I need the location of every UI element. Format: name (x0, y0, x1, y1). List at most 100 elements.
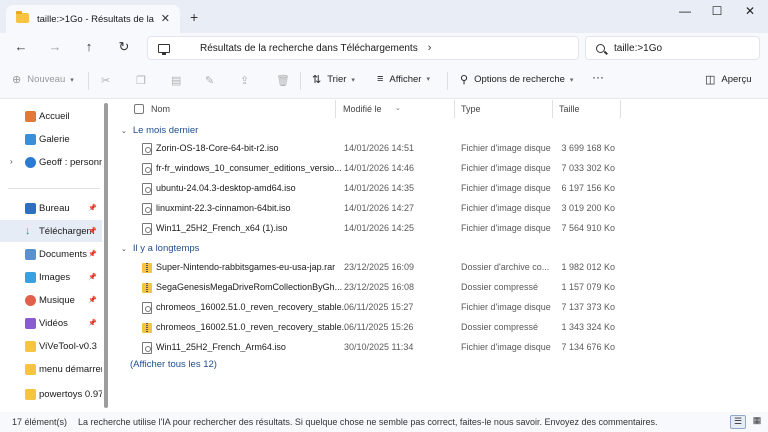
compressed-folder-icon (142, 323, 152, 333)
sidebar-item-images[interactable]: Images 📌 (0, 266, 102, 288)
sidebar-item-home[interactable]: Accueil (0, 105, 102, 127)
file-date: 23/12/2025 16:08 (344, 282, 415, 292)
details-view-icon[interactable]: ☰ (730, 415, 746, 429)
table-row[interactable]: ubuntu-24.04.3-desktop-amd64.iso 14/01/2… (115, 179, 768, 199)
sidebar-item-gallery[interactable]: Galerie (0, 128, 102, 150)
search-options-icon: ⚲ (460, 74, 469, 86)
chevron-down-icon: ▾ (351, 76, 355, 84)
pin-icon: 📌 (88, 274, 97, 281)
column-separator[interactable] (454, 100, 455, 118)
tiles-view-icon[interactable]: ▦ (749, 415, 765, 429)
column-header-name[interactable]: Nom (151, 104, 170, 114)
column-separator[interactable] (335, 100, 336, 118)
sort-label: Trier (327, 74, 347, 85)
item-count: 17 élément(s) (12, 417, 68, 427)
table-row[interactable]: Super-Nintendo-rabbitsgames-eu-usa-jap.r… (115, 258, 768, 278)
search-box[interactable]: taille:>1Go (585, 36, 760, 60)
chevron-right-icon[interactable]: › (428, 42, 432, 54)
table-row[interactable]: chromeos_16002.51.0_reven_recovery_stabl… (115, 318, 768, 338)
share-icon[interactable]: ⇪ (240, 74, 249, 87)
table-row[interactable]: Zorin-OS-18-Core-64-bit-r2.iso 14/01/202… (115, 139, 768, 159)
divider (8, 188, 100, 189)
refresh-button[interactable]: ↻ (115, 39, 133, 57)
column-separator[interactable] (620, 100, 621, 118)
sidebar-item-label: menu démarrer (39, 363, 102, 375)
disc-image-file-icon (142, 203, 152, 215)
file-date: 14/01/2026 14:27 (344, 203, 415, 213)
sidebar-item-downloads[interactable]: ↓ Téléchargem 📌 (0, 220, 102, 242)
cut-icon[interactable]: ✂ (101, 74, 110, 87)
group-header-long-ago[interactable]: ⌄ Il y a longtemps (121, 243, 199, 254)
videos-icon (25, 317, 36, 329)
show-all-link[interactable]: (Afficher tous les 12) (130, 359, 217, 370)
separator (300, 72, 301, 90)
file-name: linuxmint-22.3-cinnamon-64bit.iso (156, 203, 291, 213)
file-size: 7 137 373 Ko (561, 302, 615, 312)
sidebar-item-vivetool[interactable]: ViVeTool-v0.3 (0, 335, 102, 357)
sort-icon: ⇅ (312, 74, 322, 86)
navigation-pane: Accueil Galerie › Geoff : personne Burea… (0, 100, 107, 412)
search-input[interactable]: taille:>1Go (614, 43, 662, 54)
search-options-label: Options de recherche (474, 74, 565, 85)
table-row[interactable]: linuxmint-22.3-cinnamon-64bit.iso 14/01/… (115, 199, 768, 219)
table-row[interactable]: Win11_25H2_French_x64 (1).iso 14/01/2026… (115, 219, 768, 239)
minimize-button[interactable]: — (670, 4, 700, 18)
table-row[interactable]: fr-fr_windows_10_consumer_editions_versi… (115, 159, 768, 179)
column-header-size[interactable]: Taille (559, 104, 580, 114)
sidebar-item-documents[interactable]: Documents 📌 (0, 243, 102, 265)
computer-icon (158, 43, 170, 55)
column-header-modified[interactable]: Modifié le (343, 104, 382, 114)
pin-icon: 📌 (88, 228, 97, 235)
address-bar[interactable]: Résultats de la recherche dans Télécharg… (147, 36, 579, 60)
file-size: 7 134 676 Ko (561, 342, 615, 352)
search-options-button[interactable]: ⚲ Options de recherche ▾ (460, 73, 573, 86)
delete-icon[interactable]: 🗑 (276, 74, 290, 87)
back-button[interactable]: ← (12, 39, 30, 57)
chevron-down-icon: ▾ (70, 76, 74, 84)
select-all-checkbox[interactable] (134, 104, 144, 114)
view-button[interactable]: ≡ Afficher ▾ (377, 73, 430, 85)
preview-button[interactable]: ◫ Aperçu (705, 73, 752, 86)
cloud-icon (25, 156, 36, 168)
separator (88, 72, 89, 90)
tab-close-button[interactable]: ✕ (161, 12, 170, 25)
up-button[interactable]: ↑ (80, 39, 98, 57)
folder-icon (25, 363, 36, 375)
file-date: 14/01/2026 14:35 (344, 183, 415, 193)
new-button[interactable]: ⊕ Nouveau ▾ (12, 73, 74, 86)
table-row[interactable]: SegaGenesisMegaDriveRomCollectionByGh...… (115, 278, 768, 298)
sort-button[interactable]: ⇅ Trier ▾ (312, 73, 355, 86)
sidebar-item-music[interactable]: Musique 📌 (0, 289, 102, 311)
new-tab-button[interactable]: + (190, 9, 198, 25)
group-header-last-month[interactable]: ⌄ Le mois dernier (121, 125, 198, 136)
table-row[interactable]: Win11_25H2_French_Arm64.iso 30/10/2025 1… (115, 338, 768, 358)
column-separator[interactable] (552, 100, 553, 118)
maximize-button[interactable]: ☐ (702, 4, 732, 18)
file-size: 7 564 910 Ko (561, 223, 615, 233)
sidebar-item-label: Galerie (39, 133, 70, 145)
table-row[interactable]: chromeos_16002.51.0_reven_recovery_stabl… (115, 298, 768, 318)
group-label: Le mois dernier (132, 125, 199, 136)
sidebar-item-desktop[interactable]: Bureau 📌 (0, 197, 102, 219)
close-window-button[interactable]: ✕ (735, 4, 765, 18)
forward-button[interactable]: → (46, 39, 64, 57)
breadcrumb[interactable]: Résultats de la recherche dans Télécharg… (200, 43, 418, 54)
paste-icon[interactable]: ▤ (171, 74, 181, 87)
more-options-button[interactable]: ··· (592, 70, 604, 84)
folder-icon (16, 10, 29, 26)
sidebar-item-onedrive[interactable]: Geoff : personne (0, 151, 102, 173)
copy-icon[interactable]: ❐ (136, 74, 146, 87)
file-name: Super-Nintendo-rabbitsgames-eu-usa-jap.r… (156, 262, 336, 272)
sidebar-scrollbar[interactable] (104, 103, 108, 408)
file-date: 14/01/2026 14:51 (344, 143, 415, 153)
sidebar-item-powertoys[interactable]: powertoys 0.97 (0, 383, 102, 405)
column-header-type[interactable]: Type (461, 104, 481, 114)
tab-search-results[interactable]: taille:>1Go - Résultats de la re ✕ (6, 5, 180, 33)
rename-icon[interactable]: ✎ (205, 74, 214, 87)
status-message: La recherche utilise l'IA pour recherche… (78, 417, 658, 427)
music-icon (25, 294, 36, 306)
preview-pane-icon: ◫ (705, 74, 716, 86)
sidebar-item-videos[interactable]: Vidéos 📌 (0, 312, 102, 334)
sidebar-item-menu-demarrer[interactable]: menu démarrer (0, 358, 102, 380)
pin-icon: 📌 (88, 251, 97, 258)
